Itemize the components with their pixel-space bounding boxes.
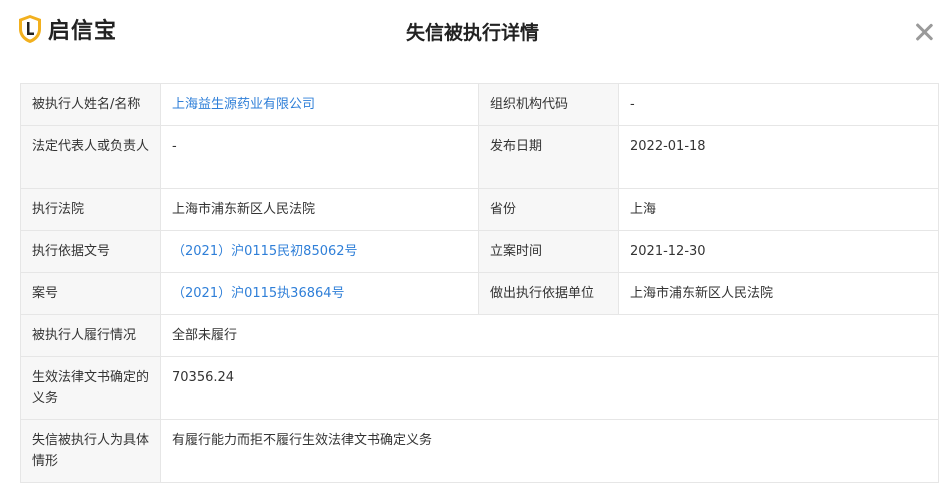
org-code-value: - <box>618 83 939 126</box>
table-row: 生效法律文书确定的义务 70356.24 <box>20 356 939 420</box>
performance-label: 被执行人履行情况 <box>20 314 161 357</box>
obligation-label: 生效法律文书确定的义务 <box>20 356 161 420</box>
close-icon[interactable] <box>912 20 936 44</box>
basis-doc-label: 执行依据文号 <box>20 230 161 273</box>
case-no-link[interactable]: （2021）沪0115执36864号 <box>172 286 345 301</box>
province-label: 省份 <box>478 188 619 231</box>
org-code-label: 组织机构代码 <box>478 83 619 126</box>
circumstance-value: 有履行能力而拒不履行生效法律文书确定义务 <box>160 419 939 483</box>
header: 启信宝 失信被执行详情 <box>0 0 945 62</box>
basis-doc-link[interactable]: （2021）沪0115民初85062号 <box>172 244 358 259</box>
name-label: 被执行人姓名/名称 <box>20 83 161 126</box>
table-row: 被执行人履行情况 全部未履行 <box>20 314 939 357</box>
court-label: 执行法院 <box>20 188 161 231</box>
court-value: 上海市浦东新区人民法院 <box>160 188 479 231</box>
basis-unit-label: 做出执行依据单位 <box>478 272 619 315</box>
circumstance-label: 失信被执行人为具体情形 <box>20 419 161 483</box>
detail-table: 被执行人姓名/名称 上海益生源药业有限公司 组织机构代码 - 法定代表人或负责人… <box>20 83 939 483</box>
legal-rep-label: 法定代表人或负责人 <box>20 125 161 189</box>
performance-value: 全部未履行 <box>160 314 939 357</box>
company-name-link[interactable]: 上海益生源药业有限公司 <box>172 97 315 112</box>
publish-date-value: 2022-01-18 <box>618 125 939 189</box>
table-row: 被执行人姓名/名称 上海益生源药业有限公司 组织机构代码 - <box>20 83 939 126</box>
table-row: 失信被执行人为具体情形 有履行能力而拒不履行生效法律文书确定义务 <box>20 419 939 483</box>
case-no-label: 案号 <box>20 272 161 315</box>
basis-unit-value: 上海市浦东新区人民法院 <box>618 272 939 315</box>
province-value: 上海 <box>618 188 939 231</box>
legal-rep-value: - <box>160 125 479 189</box>
table-row: 法定代表人或负责人 - 发布日期 2022-01-18 <box>20 125 939 189</box>
filing-time-label: 立案时间 <box>478 230 619 273</box>
table-row: 执行法院 上海市浦东新区人民法院 省份 上海 <box>20 188 939 231</box>
filing-time-value: 2021-12-30 <box>618 230 939 273</box>
page-title: 失信被执行详情 <box>405 22 539 44</box>
publish-date-label: 发布日期 <box>478 125 619 189</box>
obligation-value: 70356.24 <box>160 356 939 420</box>
table-row: 案号 （2021）沪0115执36864号 做出执行依据单位 上海市浦东新区人民… <box>20 272 939 315</box>
table-row: 执行依据文号 （2021）沪0115民初85062号 立案时间 2021-12-… <box>20 230 939 273</box>
